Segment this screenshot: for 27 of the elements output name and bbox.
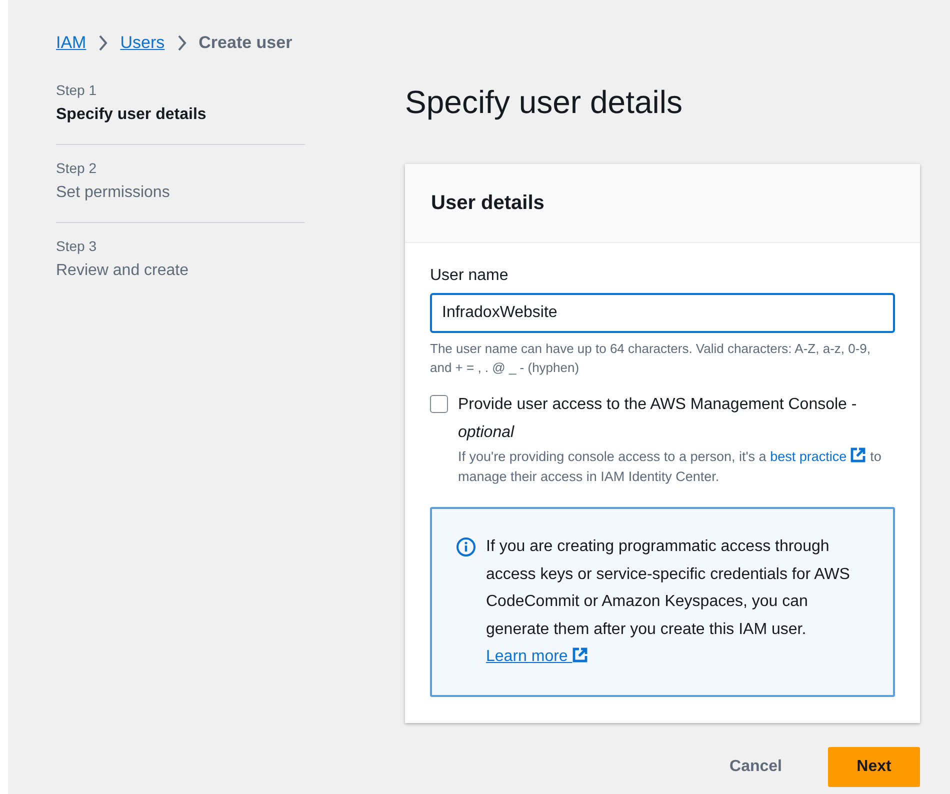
step-number: Step 3 — [56, 238, 98, 254]
chevron-right-icon — [176, 35, 187, 51]
step-title[interactable]: Review and create — [56, 262, 305, 280]
checkbox-description: If you're providing console access to a person, it's a best practice to manage their access in IAM Identity Center. — [458, 447, 882, 486]
hint-text: The user name can have up to 64 characters. Valid characters: A-Z, a-z, 0-9, and + = , . @ _ - (hyphen) — [430, 340, 872, 377]
checkbox-label[interactable]: Provide user access to the AWS Management Console - optional — [458, 391, 895, 447]
step-number: Step 1 — [56, 82, 98, 98]
step-number: Step 2 — [56, 160, 98, 176]
external-link-icon — [850, 447, 866, 463]
cancel-button[interactable]: Cancel — [704, 746, 808, 786]
next-button[interactable]: Next — [828, 746, 920, 786]
external-link-icon — [572, 647, 588, 663]
step-title[interactable]: Set permissions — [56, 184, 305, 202]
card-title: User details — [431, 192, 544, 214]
info-text: If you are creating programmatic access through access keys or service-specific credentials for AWS CodeCommit or Amazon Keyspaces, you can generate them after you create this IAM user. Learn more — [486, 537, 851, 667]
best-practice-link[interactable]: best practice — [770, 449, 866, 464]
field-label: User name — [430, 267, 510, 285]
user-name-field[interactable]: InfradoxWebsite — [430, 293, 895, 333]
breadcrumb-link[interactable]: Users — [120, 33, 165, 53]
step-title: Specify user details — [56, 106, 208, 124]
checkbox[interactable] — [430, 395, 448, 413]
breadcrumb-link[interactable]: IAM — [56, 33, 86, 53]
learn-more-link[interactable]: Learn more — [486, 648, 588, 665]
chevron-right-icon — [98, 35, 108, 51]
info-icon — [456, 537, 476, 557]
page-title: Specify user details — [405, 83, 684, 122]
breadcrumb-current: Create user — [198, 33, 292, 53]
